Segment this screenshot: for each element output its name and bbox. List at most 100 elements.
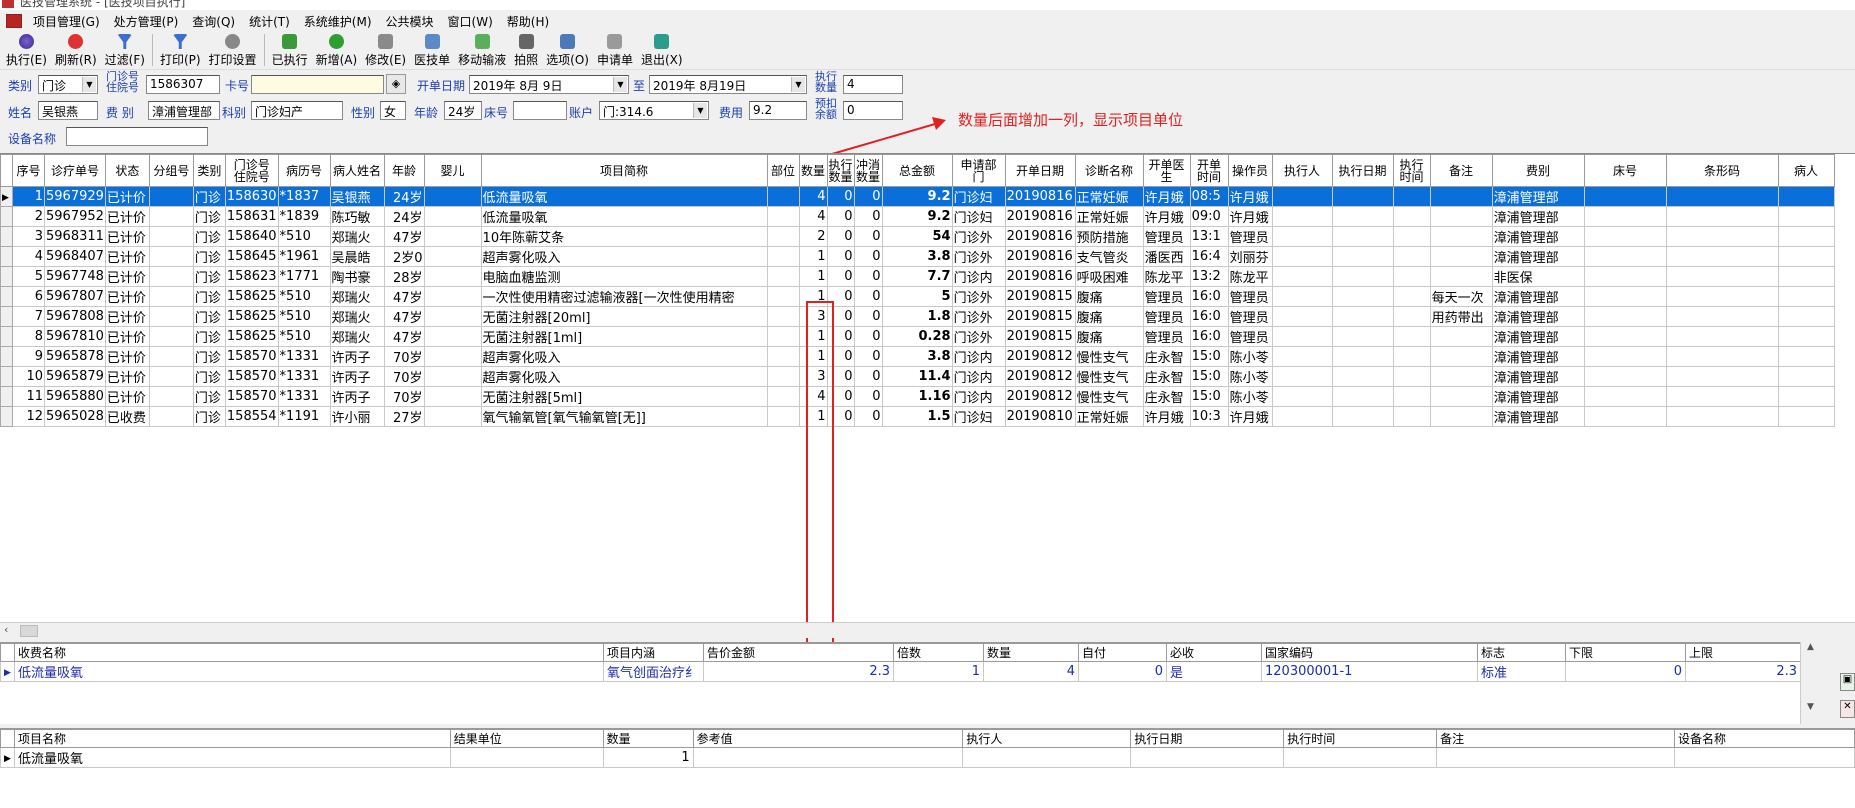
table-row[interactable]: 4 5968407 已计价 门诊 158645 *1961 吴晨皓 2岁0 超声雾化吸入 1 0 0 3… (0, 246, 1835, 267)
table-cell[interactable]: 4 (798, 386, 828, 407)
table-cell[interactable]: 门诊妇 (951, 186, 1006, 207)
table-cell[interactable]: 7.7 (881, 266, 953, 287)
table-cell[interactable]: 管理员 (1142, 306, 1191, 327)
table-cell[interactable] (1777, 266, 1835, 287)
table-cell[interactable] (423, 266, 482, 287)
main-table-header[interactable]: 婴儿 (423, 154, 482, 187)
horizontal-scrollbar[interactable]: ‹ (0, 622, 1855, 638)
table-cell[interactable]: 支气管炎 (1074, 246, 1144, 267)
table-cell[interactable]: 5968311 (44, 226, 106, 247)
table-row[interactable]: 6 5967807 已计价 门诊 158625 *510 郑瑞火 47岁 一次性使用精密过滤输液… (0, 286, 1835, 307)
tech-order-button[interactable]: 医技单 (410, 32, 454, 68)
table-cell[interactable]: 5965028 (44, 406, 106, 427)
table-cell[interactable]: 0 (853, 266, 883, 287)
table-cell[interactable] (1283, 747, 1438, 768)
table-cell[interactable] (1271, 326, 1333, 347)
table-cell[interactable]: 管理员 (1227, 226, 1273, 247)
table-cell[interactable]: 47岁 (383, 326, 425, 347)
table-cell[interactable] (1583, 186, 1667, 207)
table-cell[interactable]: *510 (277, 326, 331, 347)
table-cell[interactable]: 13:2 (1189, 266, 1229, 287)
fee-table-header[interactable]: 下限 (1565, 643, 1686, 662)
table-cell[interactable]: 漳浦管理部 (1491, 406, 1585, 427)
table-cell[interactable]: 20190810 (1004, 406, 1076, 427)
table-cell[interactable] (148, 346, 194, 367)
table-cell[interactable]: 7 (12, 306, 45, 327)
table-cell[interactable] (423, 246, 482, 267)
table-cell[interactable]: 门诊 (192, 346, 226, 367)
table-cell[interactable]: 氧气创面治疗纟 (603, 661, 704, 682)
table-cell[interactable] (148, 406, 194, 427)
table-cell[interactable]: 已计价 (104, 206, 150, 227)
table-cell[interactable]: *1191 (277, 406, 331, 427)
table-cell[interactable] (1429, 346, 1493, 367)
table-cell[interactable] (1392, 186, 1431, 207)
table-cell[interactable]: 47岁 (383, 286, 425, 307)
table-cell[interactable]: 超声雾化吸入 (480, 366, 768, 387)
table-row[interactable]: ▶ 低流量吸氧 1 (0, 747, 1855, 768)
fee-table-header[interactable]: 项目内涵 (603, 643, 704, 662)
delete-icon[interactable]: ✕ (1840, 700, 1855, 718)
table-cell[interactable]: *1331 (277, 386, 331, 407)
table-cell[interactable]: 门诊妇 (951, 206, 1006, 227)
table-cell[interactable]: *1331 (277, 346, 331, 367)
table-cell[interactable]: 20190816 (1004, 226, 1076, 247)
scroll-up-icon[interactable]: ▲ (1801, 642, 1820, 652)
table-cell[interactable]: 门诊 (192, 366, 226, 387)
table-cell[interactable] (1271, 266, 1333, 287)
table-cell[interactable]: *1331 (277, 366, 331, 387)
table-cell[interactable] (1777, 206, 1835, 227)
table-cell[interactable] (423, 186, 482, 207)
table-cell[interactable]: 20190812 (1004, 366, 1076, 387)
executed-button[interactable]: 已执行 (268, 32, 312, 68)
table-cell[interactable] (1392, 246, 1431, 267)
table-cell[interactable]: 28岁 (383, 266, 425, 287)
table-cell[interactable]: 庄永智 (1142, 346, 1191, 367)
table-cell[interactable] (766, 406, 800, 427)
add-button[interactable]: 新增(A) (312, 32, 362, 68)
main-table-header[interactable]: 开单医 生 (1142, 154, 1191, 187)
main-table-header[interactable]: 操作员 (1227, 154, 1273, 187)
table-cell[interactable]: 郑瑞火 (329, 226, 385, 247)
table-cell[interactable] (148, 226, 194, 247)
table-cell[interactable]: 1 (798, 286, 828, 307)
end-date-picker[interactable]: 2019年 8月19日 ▼ (649, 75, 807, 94)
scroll-left-icon[interactable]: ‹ (4, 623, 8, 636)
table-cell[interactable]: 郑瑞火 (329, 326, 385, 347)
table-cell[interactable] (1777, 186, 1835, 207)
table-cell[interactable] (423, 346, 482, 367)
table-cell[interactable]: 15:0 (1189, 366, 1229, 387)
table-cell[interactable]: 超声雾化吸入 (480, 346, 768, 367)
table-cell[interactable]: 158625 (224, 286, 279, 307)
table-cell[interactable]: 20190812 (1004, 386, 1076, 407)
table-cell[interactable]: 4 (798, 206, 828, 227)
table-cell[interactable]: 5965880 (44, 386, 106, 407)
table-cell[interactable]: 陈小苓 (1227, 346, 1273, 367)
table-cell[interactable]: 已计价 (104, 346, 150, 367)
table-cell[interactable] (1665, 226, 1779, 247)
table-cell[interactable] (1271, 366, 1333, 387)
row-indicator[interactable] (0, 206, 13, 227)
table-cell[interactable]: 门诊外 (951, 326, 1006, 347)
menu-prescription[interactable]: 处方管理(P) (107, 13, 186, 30)
table-cell[interactable] (1429, 406, 1493, 427)
table-cell[interactable] (1665, 406, 1779, 427)
table-cell[interactable]: 漳浦管理部 (1491, 286, 1585, 307)
table-cell[interactable] (1271, 386, 1333, 407)
table-cell[interactable]: 158570 (224, 386, 279, 407)
table-cell[interactable]: 0 (853, 186, 883, 207)
table-cell[interactable]: 门诊 (192, 186, 226, 207)
table-cell[interactable]: 许月娥 (1227, 206, 1273, 227)
main-table-header[interactable]: 开单 时间 (1189, 154, 1229, 187)
table-cell[interactable] (1665, 266, 1779, 287)
table-cell[interactable]: 无菌注射器[20ml] (480, 306, 768, 327)
table-cell[interactable] (148, 386, 194, 407)
table-cell[interactable] (1271, 306, 1333, 327)
table-cell[interactable]: 已计价 (104, 386, 150, 407)
table-cell[interactable]: 管理员 (1142, 226, 1191, 247)
start-date-picker[interactable]: 2019年 8月 9日 ▼ (469, 75, 629, 94)
table-cell[interactable]: 5967748 (44, 266, 106, 287)
table-cell[interactable]: 4 (12, 246, 45, 267)
table-cell[interactable]: 158570 (224, 346, 279, 367)
table-cell[interactable]: 5967807 (44, 286, 106, 307)
